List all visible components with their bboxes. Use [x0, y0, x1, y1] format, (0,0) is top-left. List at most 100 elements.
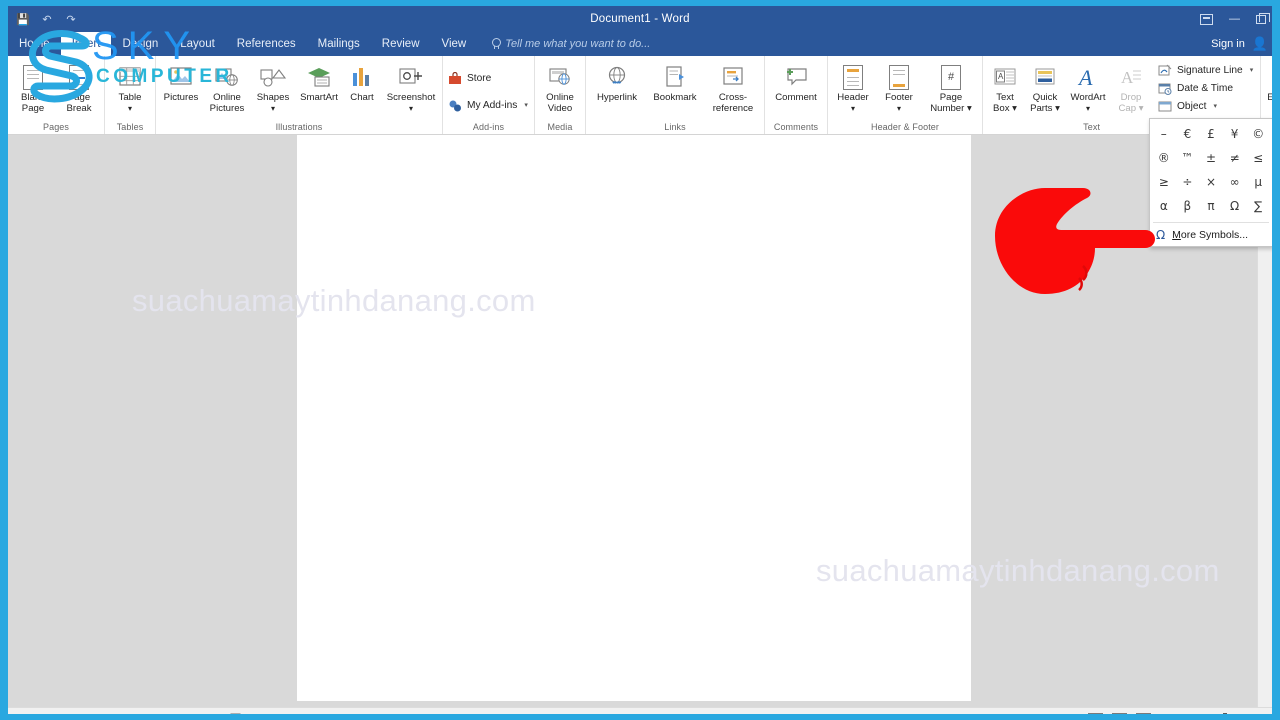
- bookmark-icon: [662, 62, 688, 92]
- zoom-out-button[interactable]: –: [1160, 713, 1166, 715]
- symbol-cell[interactable]: £: [1199, 122, 1223, 146]
- header-label-2: ▾: [850, 103, 855, 113]
- page-number-button[interactable]: # Page Number ▾: [922, 59, 980, 114]
- screenshot-label-2: ▾: [408, 103, 413, 113]
- online-video-label-2: Video: [547, 102, 573, 114]
- more-symbols-label: More Symbols...: [1172, 229, 1248, 241]
- drop-cap-label-1: Drop: [1120, 92, 1142, 103]
- chevron-down-icon[interactable]: ▾: [1250, 66, 1254, 74]
- wordart-button[interactable]: A WordArt ▾: [1065, 59, 1111, 114]
- symbol-cell[interactable]: ®: [1152, 146, 1176, 170]
- equation-button[interactable]: π Equation▾: [1263, 59, 1272, 114]
- read-mode-icon[interactable]: [1088, 712, 1103, 714]
- watermark-top: suachuamaytinhdanang.com: [132, 283, 536, 318]
- tab-home[interactable]: Home: [8, 32, 61, 56]
- shapes-label-2: ▾: [270, 103, 275, 113]
- table-button[interactable]: Table ▾: [107, 59, 153, 114]
- my-addins-button[interactable]: My Add-ins ▾: [445, 96, 533, 114]
- symbol-cell[interactable]: €: [1176, 122, 1200, 146]
- wordart-label-2: ▾: [1085, 103, 1090, 113]
- footer-label-2: ▾: [896, 103, 901, 113]
- document-page[interactable]: [297, 135, 971, 701]
- person-add-icon[interactable]: 👤: [1252, 36, 1268, 52]
- symbol-cell[interactable]: ±: [1199, 146, 1223, 170]
- sign-in-label[interactable]: Sign in: [1211, 38, 1245, 50]
- symbol-cell[interactable]: ÷: [1176, 170, 1200, 194]
- comment-icon: [782, 62, 810, 92]
- group-label-comments: Comments: [773, 122, 819, 132]
- blank-page-button[interactable]: Blank Page: [10, 59, 56, 114]
- drop-cap-label-2: Cap ▾: [1118, 102, 1144, 114]
- drop-cap-button[interactable]: A Drop Cap ▾: [1111, 59, 1151, 114]
- language-indicator[interactable]: English (United States): [106, 713, 213, 715]
- symbol-cell[interactable]: ∞: [1223, 170, 1247, 194]
- online-video-button[interactable]: Online Video: [537, 59, 583, 114]
- quick-parts-button[interactable]: Quick Parts ▾: [1025, 59, 1065, 114]
- ribbon-tab-strip: Home Insert Design Layout References Mai…: [8, 32, 1272, 56]
- symbol-cell[interactable]: ≥: [1152, 170, 1176, 194]
- symbol-cell[interactable]: α: [1152, 194, 1176, 218]
- shapes-button[interactable]: Shapes ▾: [250, 59, 296, 114]
- zoom-thumb[interactable]: [1223, 713, 1228, 714]
- pictures-button[interactable]: Pictures: [158, 59, 204, 104]
- tab-design[interactable]: Design: [111, 32, 169, 56]
- zoom-slider[interactable]: – ⬦: [1160, 712, 1264, 714]
- word-count[interactable]: 0 words: [54, 713, 91, 715]
- store-button[interactable]: Store: [445, 69, 496, 87]
- window-controls: —: [1200, 6, 1270, 32]
- ribbon-display-options-icon[interactable]: [1200, 13, 1213, 25]
- symbol-cell[interactable]: ≠: [1223, 146, 1247, 170]
- symbol-cell[interactable]: ™: [1176, 146, 1200, 170]
- zoom-in-button[interactable]: ⬦: [1256, 712, 1264, 714]
- text-box-button[interactable]: A Text Box ▾: [985, 59, 1025, 114]
- cross-reference-button[interactable]: Cross-reference: [704, 59, 762, 114]
- symbol-cell[interactable]: β: [1176, 194, 1200, 218]
- tab-references[interactable]: References: [226, 32, 307, 56]
- chevron-down-icon[interactable]: ▾: [1213, 102, 1217, 110]
- date-time-button[interactable]: Date & Time: [1155, 79, 1258, 97]
- symbol-cell[interactable]: ∑: [1246, 194, 1270, 218]
- symbol-cell[interactable]: ¥: [1223, 122, 1247, 146]
- page-break-button[interactable]: Page Break: [56, 59, 102, 114]
- store-icon: [449, 71, 461, 84]
- proofing-errors-icon[interactable]: [230, 713, 243, 715]
- symbol-grid[interactable]: – € £ ¥ © ® ™ ± ≠ ≤ ≥ ÷ × ∞ μ α β π Ω ∑: [1150, 119, 1272, 221]
- sign-in-area[interactable]: Sign in 👤: [1211, 32, 1268, 56]
- hyperlink-button[interactable]: Hyperlink: [588, 59, 646, 104]
- page-count[interactable]: of 1: [20, 713, 38, 715]
- tell-me-box[interactable]: Tell me what you want to do...: [477, 32, 650, 56]
- symbol-cell[interactable]: –: [1152, 122, 1176, 146]
- chart-button[interactable]: Chart: [342, 59, 382, 104]
- object-button[interactable]: Object ▾: [1155, 97, 1258, 115]
- comment-button[interactable]: Comment: [767, 59, 825, 104]
- smartart-button[interactable]: SmartArt: [296, 59, 342, 104]
- symbol-cell[interactable]: μ: [1246, 170, 1270, 194]
- web-layout-icon[interactable]: [1136, 712, 1151, 714]
- online-pictures-button[interactable]: Online Pictures: [204, 59, 250, 114]
- print-layout-icon[interactable]: [1112, 712, 1127, 714]
- symbol-cell[interactable]: π: [1199, 194, 1223, 218]
- chevron-down-icon[interactable]: ▾: [524, 101, 528, 109]
- symbol-cell[interactable]: ×: [1199, 170, 1223, 194]
- symbol-cell[interactable]: Ω: [1223, 194, 1247, 218]
- tab-view[interactable]: View: [431, 32, 478, 56]
- tab-review[interactable]: Review: [371, 32, 431, 56]
- tab-insert[interactable]: Insert: [60, 32, 112, 56]
- symbol-cell[interactable]: ≤: [1246, 146, 1270, 170]
- group-label-illustrations: Illustrations: [275, 122, 323, 132]
- bookmark-button[interactable]: Bookmark: [646, 59, 704, 104]
- tab-mailings[interactable]: Mailings: [307, 32, 371, 56]
- minimize-icon[interactable]: —: [1229, 13, 1240, 25]
- restore-icon[interactable]: [1256, 12, 1270, 24]
- screenshot-button[interactable]: Screenshot ▾: [382, 59, 440, 114]
- header-button[interactable]: Header ▾: [830, 59, 876, 114]
- page-break-label-2: Break: [66, 102, 92, 114]
- signature-line-button[interactable]: Signature Line ▾: [1155, 61, 1258, 79]
- quick-parts-icon: [1032, 62, 1058, 92]
- symbol-cell[interactable]: ©: [1246, 122, 1270, 146]
- tab-layout[interactable]: Layout: [169, 32, 226, 56]
- online-video-label-1: Online: [546, 92, 574, 103]
- more-symbols-menu-item[interactable]: Ω More Symbols...: [1150, 224, 1272, 246]
- footer-button[interactable]: Footer ▾: [876, 59, 922, 114]
- symbol-dropdown-panel[interactable]: – € £ ¥ © ® ™ ± ≠ ≤ ≥ ÷ × ∞ μ α β π Ω ∑ …: [1149, 118, 1272, 247]
